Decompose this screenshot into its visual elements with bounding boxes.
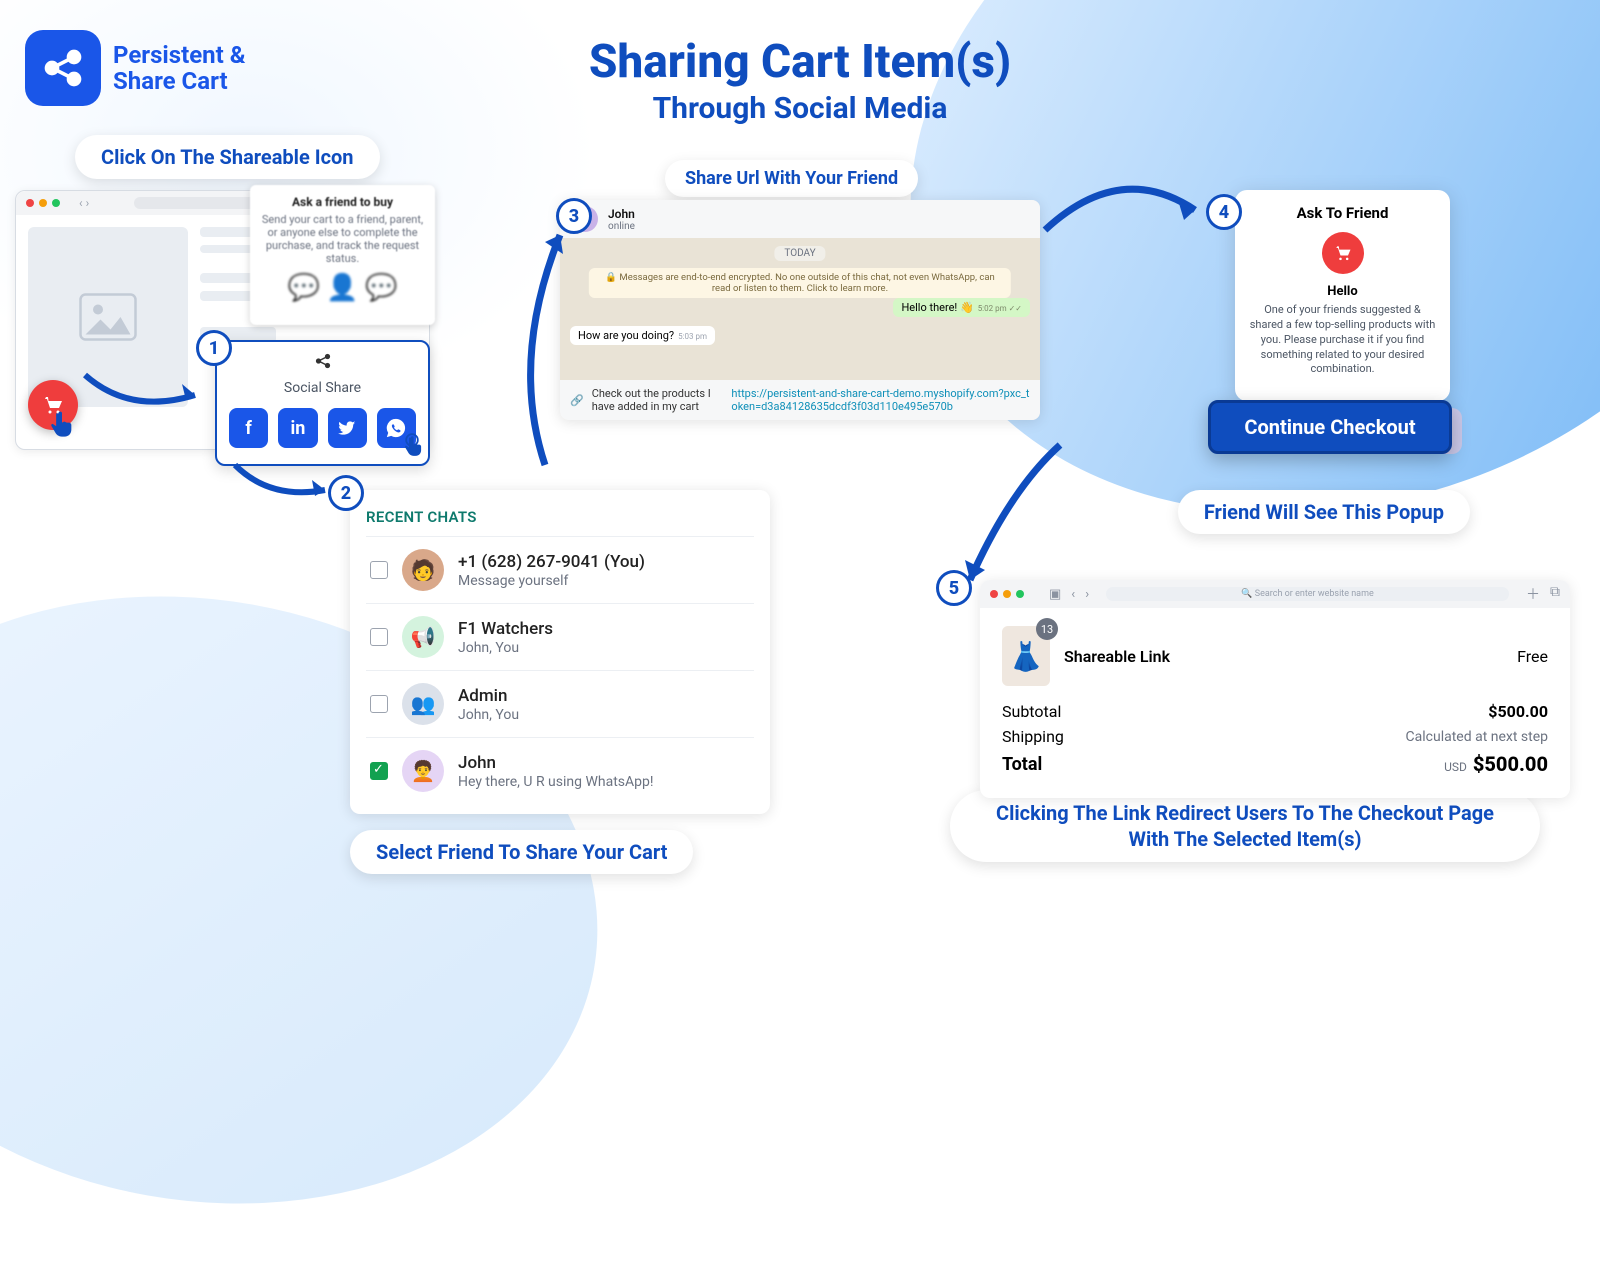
chat-input[interactable]: 🔗 Check out the products I have added in…	[560, 380, 1040, 420]
arrow-icon	[230, 460, 340, 510]
logo-text-2: Share Cart	[113, 68, 245, 94]
caption-step-3: Share Url With Your Friend	[665, 160, 918, 197]
total-value: $500.00	[1473, 752, 1548, 776]
arrow-icon	[80, 370, 210, 420]
logo-text-1: Persistent &	[113, 42, 245, 68]
step-badge-5: 5	[936, 570, 972, 606]
tabs-icon[interactable]: ⧉	[1550, 584, 1560, 604]
title-sub: Through Social Media	[589, 91, 1011, 126]
chat-row[interactable]: 🧑‍🦱 JohnHey there, U R using WhatsApp!	[366, 737, 754, 804]
step-badge-1: 1	[196, 330, 232, 366]
share-node-icon	[229, 352, 416, 374]
share-url: https://persistent-and-share-cart-demo.m…	[731, 387, 1030, 413]
chat-row[interactable]: 📢 F1 WatchersJohn, You	[366, 603, 754, 670]
caption-step-1: Click On The Shareable Icon	[75, 135, 380, 179]
megaphone-icon: 📢	[402, 616, 444, 658]
subtotal-value: $500.00	[1488, 702, 1548, 721]
group-icon: 👥	[402, 683, 444, 725]
pointer-hand-icon-2	[398, 432, 426, 466]
encryption-notice: 🔒 Messages are end-to-end encrypted. No …	[589, 268, 1011, 298]
recent-chats-title: RECENT CHATS	[366, 508, 754, 526]
share-icon	[25, 30, 101, 106]
forward-icon: ›	[1085, 587, 1089, 602]
message-outgoing: Hello there! 👋5:02 pm ✓✓	[893, 298, 1030, 317]
chat-row[interactable]: 👥 AdminJohn, You	[366, 670, 754, 737]
avatar: 🧑	[402, 549, 444, 591]
linkedin-icon[interactable]: in	[278, 408, 317, 448]
checkout-window: ▣‹› 🔍 Search or enter website name ＋⧉ 13…	[980, 580, 1570, 798]
chat-row[interactable]: 🧑 +1 (628) 267-9041 (You)Message yoursel…	[366, 536, 754, 603]
caption-step-4: Friend Will See This Popup	[1178, 490, 1470, 534]
step-badge-3: 3	[556, 198, 592, 234]
tooltip-title: Ask a friend to buy	[260, 195, 425, 209]
checkbox[interactable]	[370, 628, 388, 646]
total-label: Total	[1002, 754, 1042, 775]
step-badge-4: 4	[1206, 194, 1242, 230]
tooltip-desc: Send your cart to a friend, parent, or a…	[260, 213, 425, 265]
checkbox[interactable]	[370, 695, 388, 713]
popup-description: One of your friends suggested & shared a…	[1249, 303, 1436, 377]
page-title: Sharing Cart Item(s) Through Social Medi…	[589, 35, 1011, 126]
product-price: Free	[1517, 647, 1548, 666]
ask-friend-tooltip: Ask a friend to buy Send your cart to a …	[250, 185, 435, 325]
subtotal-label: Subtotal	[1002, 702, 1061, 721]
checkbox[interactable]	[370, 561, 388, 579]
continue-checkout-button[interactable]: Continue Checkout	[1208, 400, 1452, 454]
step-badge-2: 2	[328, 475, 364, 511]
chat-name: John	[608, 207, 635, 221]
product-name: Shareable Link	[1064, 647, 1170, 666]
arrow-icon	[1040, 170, 1210, 250]
address-bar[interactable]: 🔍 Search or enter website name	[1106, 587, 1509, 601]
social-share-label: Social Share	[229, 380, 416, 396]
checkbox-checked[interactable]	[370, 762, 388, 780]
cart-icon	[1322, 232, 1364, 274]
recent-chats-panel: RECENT CHATS 🧑 +1 (628) 267-9041 (You)Me…	[350, 490, 770, 814]
shipping-value: Calculated at next step	[1406, 729, 1548, 745]
app-logo: Persistent & Share Cart	[25, 30, 245, 106]
caption-step-2: Select Friend To Share Your Cart	[350, 830, 693, 874]
quantity-badge: 13	[1036, 618, 1058, 640]
twitter-icon[interactable]	[328, 408, 367, 448]
shipping-label: Shipping	[1002, 727, 1064, 746]
ask-friend-popup: Ask To Friend Hello One of your friends …	[1235, 190, 1450, 401]
new-tab-icon[interactable]: ＋	[1526, 584, 1540, 604]
popup-title: Ask To Friend	[1249, 204, 1436, 222]
message-incoming: How are you doing?5:03 pm	[570, 326, 715, 345]
popup-hello: Hello	[1249, 284, 1436, 299]
back-icon: ‹	[1071, 587, 1075, 602]
chat-status: online	[608, 221, 635, 232]
chat-date-badge: TODAY	[774, 246, 825, 261]
avatar: 🧑‍🦱	[402, 750, 444, 792]
pointer-hand-icon	[48, 410, 76, 444]
title-main: Sharing Cart Item(s)	[589, 35, 1011, 89]
currency: USD	[1444, 760, 1467, 774]
arrow-icon	[505, 220, 585, 470]
chat-window: Johnonline TODAY 🔒 Messages are end-to-e…	[560, 200, 1040, 420]
facebook-icon[interactable]: f	[229, 408, 268, 448]
product-thumbnail: 13 👗	[1002, 626, 1050, 686]
caption-step-5: Clicking The Link Redirect Users To The …	[950, 790, 1540, 862]
